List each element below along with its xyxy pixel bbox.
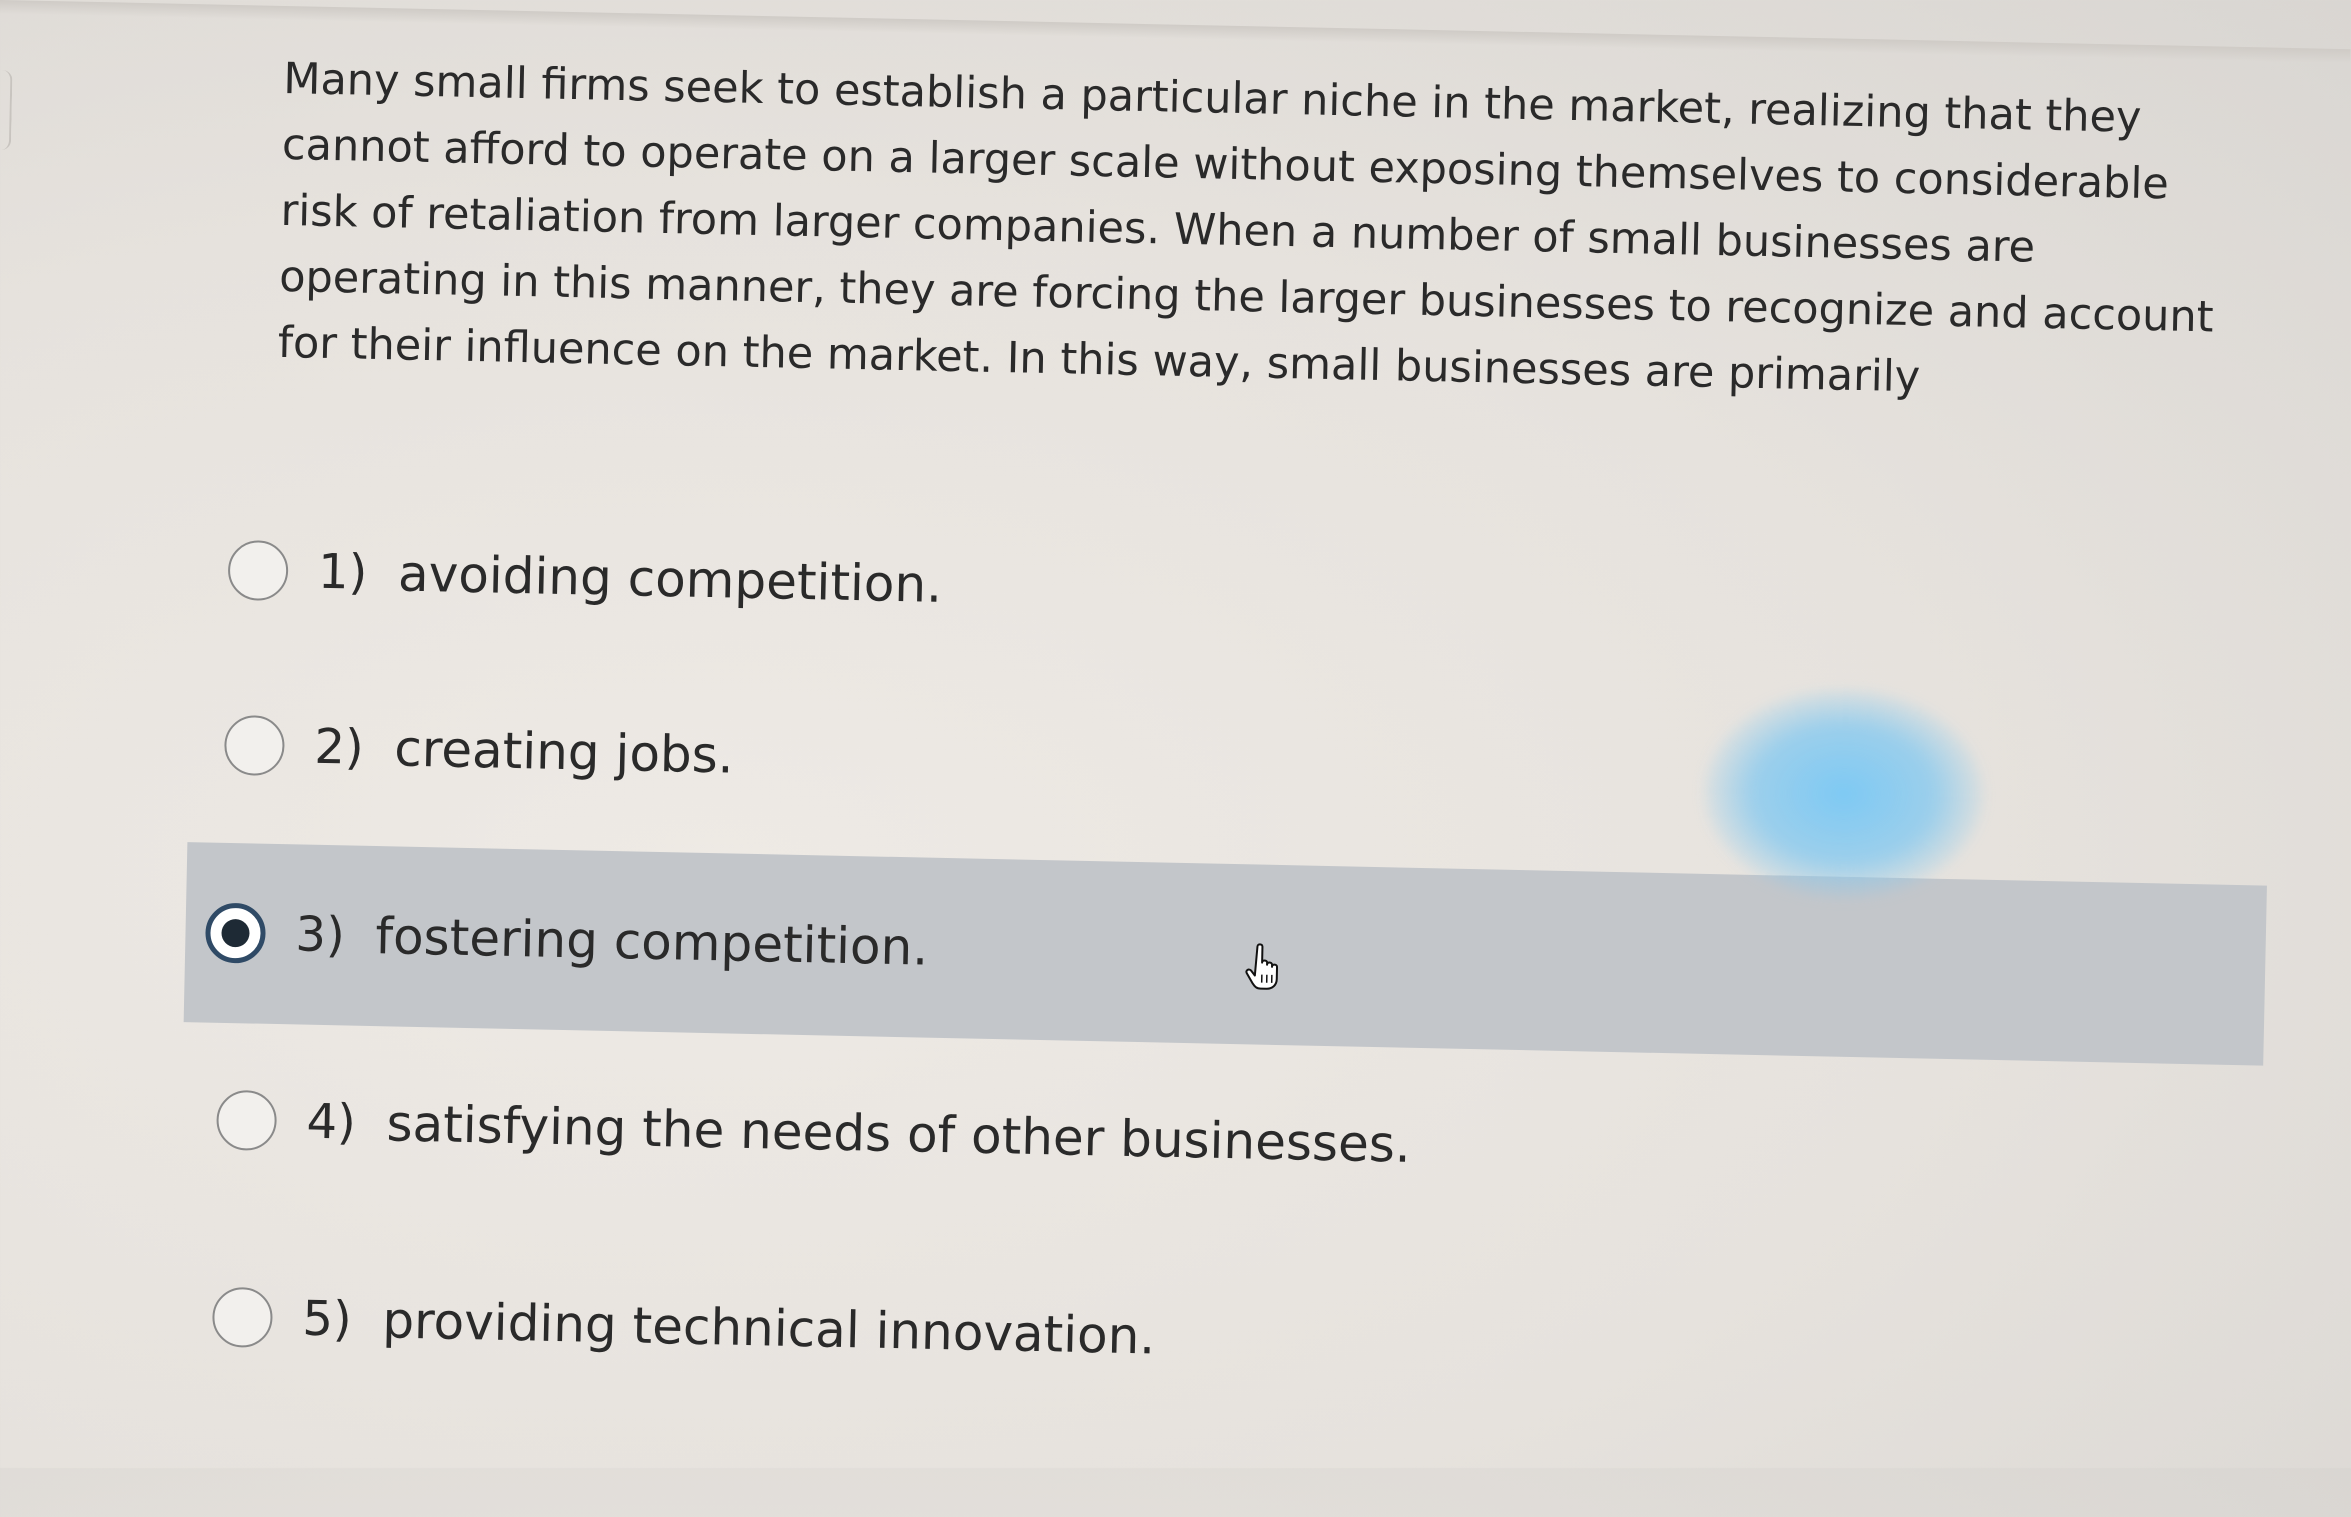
option-label: creating jobs. — [394, 719, 734, 784]
radio-button-1[interactable] — [227, 540, 288, 601]
option-label: fostering competition. — [375, 907, 929, 977]
radio-button-3-selected[interactable] — [205, 903, 266, 964]
hand-pointer-icon — [1245, 942, 1286, 991]
answer-options: 1) avoiding competition. 2) creating job… — [0, 0, 2350, 1517]
option-number: 5) — [302, 1291, 363, 1348]
radio-dot — [221, 919, 250, 948]
option-number: 4) — [306, 1094, 367, 1151]
option-5[interactable]: 5) providing technical innovation. — [211, 1227, 2264, 1450]
option-number: 2) — [314, 719, 375, 776]
radio-button-2[interactable] — [224, 715, 285, 776]
option-label: providing technical innovation. — [382, 1291, 1156, 1365]
option-4[interactable]: 4) satisfying the needs of other busines… — [215, 1030, 2268, 1253]
option-number: 1) — [318, 544, 379, 601]
quiz-page: Many small firms seek to establish a par… — [0, 0, 2350, 1517]
option-label: avoiding competition. — [397, 544, 942, 613]
radio-button-4[interactable] — [216, 1090, 277, 1151]
option-3[interactable]: 3) fostering competition. — [184, 842, 2267, 1066]
option-number: 3) — [295, 906, 356, 963]
radio-button-5[interactable] — [212, 1287, 273, 1348]
option-label: satisfying the needs of other businesses… — [386, 1094, 1411, 1173]
